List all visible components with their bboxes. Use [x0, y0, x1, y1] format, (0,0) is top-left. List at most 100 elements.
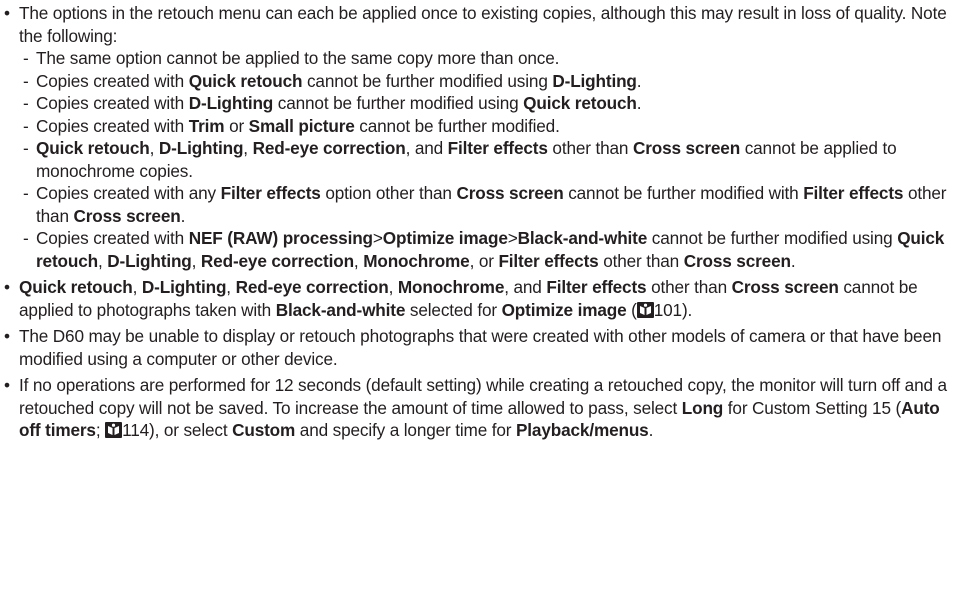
sub-text: > — [507, 228, 518, 248]
keyword: D-Lighting — [552, 70, 637, 91]
sub-text: cannot be further modified with — [563, 183, 804, 203]
keyword: Filter effects — [803, 183, 904, 203]
bullet-text: , — [132, 277, 142, 297]
keyword: Quick retouch — [523, 93, 637, 113]
sub-item-same-option: - The same option cannot be applied to th… — [19, 47, 948, 70]
sub-item-d-lighting: - Copies created with D-Lighting cannot b… — [19, 92, 948, 115]
sub-text: cannot be further modified using — [647, 228, 898, 248]
retouch-notes-page: • The options in the retouch menu can ea… — [0, 0, 962, 594]
bullet-mark: • — [4, 375, 10, 395]
bullet-mark: • — [4, 277, 10, 297]
sub-text: other than — [598, 250, 684, 271]
keyword: Filter effects — [220, 183, 321, 203]
bullet-auto-off: • If no operations are performed for 12 s… — [2, 374, 948, 442]
bullet-text: and specify a longer time for — [295, 420, 516, 440]
keyword: Quick retouch — [36, 138, 150, 158]
dash-mark: - — [23, 138, 29, 158]
keyword: Cross screen — [683, 250, 791, 271]
bullet-text: ; — [95, 420, 106, 440]
page-reference-icon — [636, 301, 654, 318]
bullet-black-and-white: • Quick retouch, D-Lighting, Red-eye corr… — [2, 276, 948, 321]
keyword: Red-eye correction — [235, 277, 389, 297]
sub-text: , — [353, 250, 364, 271]
keyword: NEF (RAW) processing — [188, 228, 373, 248]
dash-mark: - — [23, 48, 29, 68]
keyword: Small picture — [248, 115, 355, 136]
page-ref-number: 101 — [653, 299, 682, 320]
sub-item-filter-effects: - Copies created with any Filter effects … — [19, 182, 948, 227]
bullet-mark: • — [4, 326, 10, 346]
sub-text: The same option cannot be applied to the… — [36, 48, 560, 68]
keyword: Filter effects — [498, 250, 599, 271]
bullet-text: ( — [626, 299, 637, 320]
bullet-text: , — [226, 277, 236, 297]
keyword: D-Lighting — [158, 138, 244, 158]
keyword: Cross screen — [731, 277, 839, 297]
dash-mark: - — [23, 183, 29, 203]
sub-text: , — [243, 138, 253, 158]
keyword: Red-eye correction — [252, 138, 406, 158]
sub-text: . — [180, 205, 186, 226]
sub-text: , — [149, 138, 159, 158]
keyword: Cross screen — [73, 205, 181, 226]
sub-list: - The same option cannot be applied to th… — [19, 47, 948, 272]
sub-item-nef-raw: - Copies created with NEF (RAW) processin… — [19, 227, 948, 272]
keyword: Optimize image — [382, 228, 508, 248]
bullet-text: , and — [504, 277, 547, 297]
sub-text: . — [790, 250, 796, 271]
page-reference-icon — [105, 422, 123, 438]
sub-item-trim: - Copies created with Trim or Small pictu… — [19, 115, 948, 138]
sub-text: , — [191, 250, 201, 271]
sub-text: Copies created with — [36, 93, 189, 113]
dash-mark: - — [23, 228, 29, 248]
sub-item-quick-retouch: - Copies created with Quick retouch canno… — [19, 70, 948, 93]
sub-item-monochrome-copies: - Quick retouch, D-Lighting, Red-eye corr… — [19, 137, 948, 182]
dash-mark: - — [23, 115, 29, 136]
keyword: Monochrome — [363, 250, 470, 271]
keyword: Optimize image — [501, 299, 627, 320]
sub-text: Copies created with — [36, 70, 189, 91]
sub-text: , and — [405, 138, 448, 158]
sub-text: cannot be further modified using — [273, 93, 524, 113]
keyword: Cross screen — [632, 138, 741, 158]
page-ref-number: 114 — [122, 420, 150, 440]
keyword: Filter effects — [546, 277, 647, 297]
bullet-retouch-options: • The options in the retouch menu can ea… — [2, 2, 948, 272]
keyword: Quick retouch — [188, 70, 303, 91]
sub-text: Copies created with — [36, 228, 189, 248]
bullet-text: for Custom Setting 15 ( — [723, 397, 902, 418]
bullet-text: selected for — [405, 299, 502, 320]
bullet-text: The D60 may be unable to display or reto… — [19, 326, 942, 369]
keyword: Quick retouch — [19, 277, 133, 297]
bullet-text: . — [648, 420, 654, 440]
bullet-text: , — [388, 277, 398, 297]
sub-text: option other than — [320, 183, 457, 203]
keyword: Monochrome — [397, 277, 505, 297]
sub-text: cannot be further modified. — [354, 115, 560, 136]
keyword: Playback/menus — [515, 420, 649, 440]
keyword: D-Lighting — [188, 93, 274, 113]
sub-text: or — [224, 115, 249, 136]
keyword: Black-and-white — [275, 299, 406, 320]
keyword: Trim — [188, 115, 225, 136]
sub-text: other than — [547, 138, 633, 158]
keyword: Red-eye correction — [200, 250, 354, 271]
sub-text: . — [636, 93, 642, 113]
keyword: D-Lighting — [107, 250, 192, 271]
keyword: Long — [681, 397, 724, 418]
keyword: Custom — [232, 420, 296, 440]
sub-text: , — [97, 250, 108, 271]
bullet-text: other than — [646, 277, 732, 297]
bullet-text: ), or select — [149, 420, 233, 440]
sub-text: Copies created with any — [36, 183, 221, 203]
sub-text: . — [636, 70, 642, 91]
bullet-mark: • — [4, 3, 10, 23]
bullet-d60-compatibility: • The D60 may be unable to display or ret… — [2, 325, 948, 370]
sub-text: > — [372, 228, 383, 248]
keyword: Filter effects — [447, 138, 548, 158]
bullet-text: ). — [681, 299, 693, 320]
sub-text: Copies created with — [36, 115, 189, 136]
keyword: Black-and-white — [517, 228, 648, 248]
keyword: D-Lighting — [141, 277, 227, 297]
bullet-text: The options in the retouch menu can each… — [19, 3, 947, 46]
